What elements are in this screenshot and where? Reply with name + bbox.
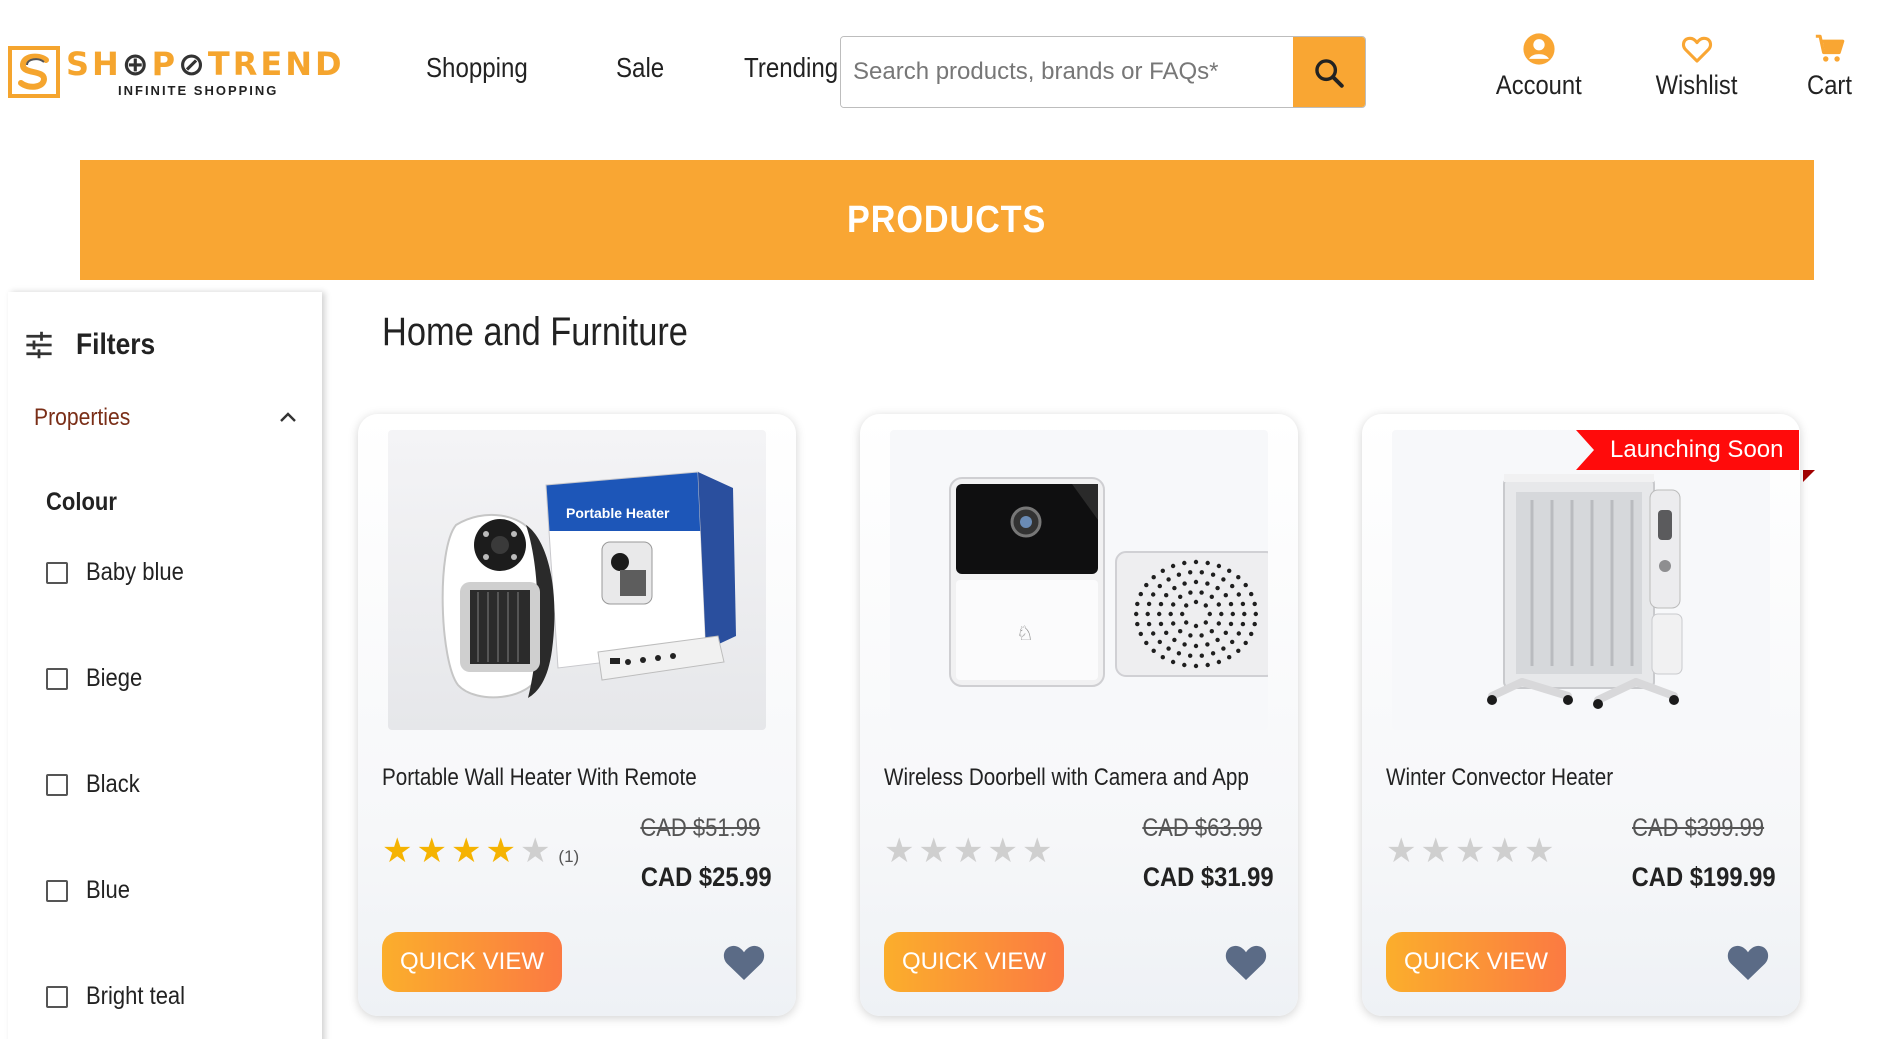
colour-checkbox[interactable] (46, 667, 68, 690)
logo-wordmark: SH⊕P⊘TREND (66, 44, 345, 83)
cart-button[interactable]: Cart (1804, 32, 1855, 101)
properties-toggle[interactable]: Properties (34, 404, 300, 432)
search-bar (840, 36, 1366, 108)
colour-checkbox[interactable] (46, 773, 68, 796)
colour-option-black[interactable]: Black (46, 770, 147, 799)
star-empty-icon: ★ (918, 831, 949, 871)
main-nav: Shopping Sale Trending (426, 52, 854, 84)
star-empty-icon: ★ (1386, 831, 1417, 871)
section-title: Home and Furniture (382, 310, 688, 354)
sale-price: CAD $25.99 (641, 862, 772, 892)
heart-filled-icon[interactable] (720, 938, 768, 986)
colour-label: Baby blue (86, 558, 184, 586)
search-input[interactable] (841, 37, 1293, 107)
colour-option-blue[interactable]: Blue (46, 876, 136, 905)
filters-title: Filters (76, 328, 156, 361)
rating-stars: ★ ★ ★ ★ ★ (1) (382, 834, 579, 868)
heart-outline-icon (1681, 36, 1712, 63)
star-empty-icon: ★ (1489, 831, 1520, 871)
doorbell-image: ♘ (890, 430, 1268, 730)
heart-filled-icon[interactable] (1222, 938, 1270, 986)
badge-ribbon-fold (1803, 470, 1815, 482)
filters-sidebar: Filters Properties Colour Baby blue Bieg… (8, 292, 322, 1039)
star-empty-icon: ★ (1454, 831, 1486, 871)
sale-price: CAD $199.99 (1632, 862, 1776, 892)
cart-label: Cart (1807, 70, 1852, 100)
portable-heater-image: Portable Heater (388, 430, 766, 730)
colour-option-bright-teal[interactable]: Bright teal (46, 982, 199, 1011)
chevron-up-icon (280, 412, 296, 422)
star-empty-icon: ★ (952, 831, 984, 871)
star-empty-icon: ★ (987, 831, 1018, 871)
site-logo[interactable]: SH⊕P⊘TREND INFINITE SHOPPING (8, 46, 345, 98)
star-empty-icon: ★ (519, 831, 551, 871)
rating-stars: ★ ★ ★ ★ ★ (1386, 834, 1554, 868)
quick-view-button[interactable]: QUICK VIEW (1386, 932, 1566, 992)
svg-text:Portable Heater: Portable Heater (566, 505, 670, 521)
colour-label: Bright teal (86, 982, 186, 1010)
star-empty-icon: ★ (1420, 831, 1451, 871)
original-price: CAD $63.99 (1142, 814, 1262, 842)
colour-label: Black (86, 770, 140, 798)
colour-option-baby-blue[interactable]: Baby blue (46, 558, 197, 587)
product-image[interactable]: ♘ (890, 430, 1268, 730)
original-price: CAD $399.99 (1631, 814, 1764, 842)
star-filled-icon: ★ (485, 831, 516, 871)
rating-stars: ★ ★ ★ ★ ★ (884, 834, 1052, 868)
nav-sale[interactable]: Sale (616, 52, 664, 84)
review-count: (1) (558, 847, 580, 866)
product-name[interactable]: Wireless Doorbell with Camera and App (884, 764, 1249, 792)
account-icon (1523, 33, 1555, 65)
cart-icon (1815, 34, 1844, 62)
star-empty-icon: ★ (1021, 831, 1053, 871)
colour-checkbox[interactable] (46, 561, 68, 584)
filters-header: Filters (24, 328, 166, 362)
account-button[interactable]: Account (1490, 32, 1588, 101)
star-empty-icon: ★ (1523, 831, 1555, 871)
properties-label: Properties (34, 404, 131, 431)
star-empty-icon: ★ (884, 831, 915, 871)
logo-mark-icon (8, 46, 60, 98)
convector-heater-image (1392, 430, 1770, 730)
nav-trending[interactable]: Trending (744, 52, 838, 84)
account-label: Account (1495, 70, 1582, 100)
search-icon (1315, 59, 1344, 88)
product-card[interactable]: Portable Heater Portable Wall Heater Wit… (358, 414, 796, 1016)
star-filled-icon: ★ (416, 831, 447, 871)
site-header: SH⊕P⊘TREND INFINITE SHOPPING Shopping Sa… (0, 0, 1882, 150)
product-name[interactable]: Portable Wall Heater With Remote (382, 764, 697, 792)
quick-view-button[interactable]: QUICK VIEW (884, 932, 1064, 992)
search-button[interactable] (1293, 37, 1365, 107)
wishlist-label: Wishlist (1655, 70, 1738, 100)
heart-filled-icon[interactable] (1724, 938, 1772, 986)
colour-filter-title: Colour (46, 488, 117, 516)
sale-price: CAD $31.99 (1143, 862, 1274, 892)
filters-icon (26, 331, 52, 359)
colour-checkbox[interactable] (46, 985, 68, 1008)
svg-text:♘: ♘ (1016, 621, 1034, 645)
colour-option-biege[interactable]: Biege (46, 664, 150, 693)
colour-label: Biege (86, 664, 143, 692)
product-card[interactable]: Winter Convector Heater ★ ★ ★ ★ ★ CAD $3… (1362, 414, 1800, 1016)
nav-shopping[interactable]: Shopping (426, 52, 528, 84)
product-card[interactable]: ♘ Wireless Doorbell with Camera and App … (860, 414, 1298, 1016)
banner-title: PRODUCTS (847, 198, 1047, 241)
logo-tagline: INFINITE SHOPPING (118, 82, 279, 98)
wishlist-button[interactable]: Wishlist (1650, 32, 1743, 101)
colour-label: Blue (86, 876, 131, 904)
star-filled-icon: ★ (382, 831, 413, 871)
colour-checkbox[interactable] (46, 879, 68, 902)
quick-view-button[interactable]: QUICK VIEW (382, 932, 562, 992)
star-filled-icon: ★ (450, 831, 482, 871)
original-price: CAD $51.99 (640, 814, 760, 842)
products-banner: PRODUCTS (80, 160, 1814, 280)
product-image[interactable]: Portable Heater (388, 430, 766, 730)
launching-soon-badge: Launching Soon (1576, 430, 1800, 470)
product-image[interactable] (1392, 430, 1770, 730)
product-name[interactable]: Winter Convector Heater (1386, 764, 1613, 792)
